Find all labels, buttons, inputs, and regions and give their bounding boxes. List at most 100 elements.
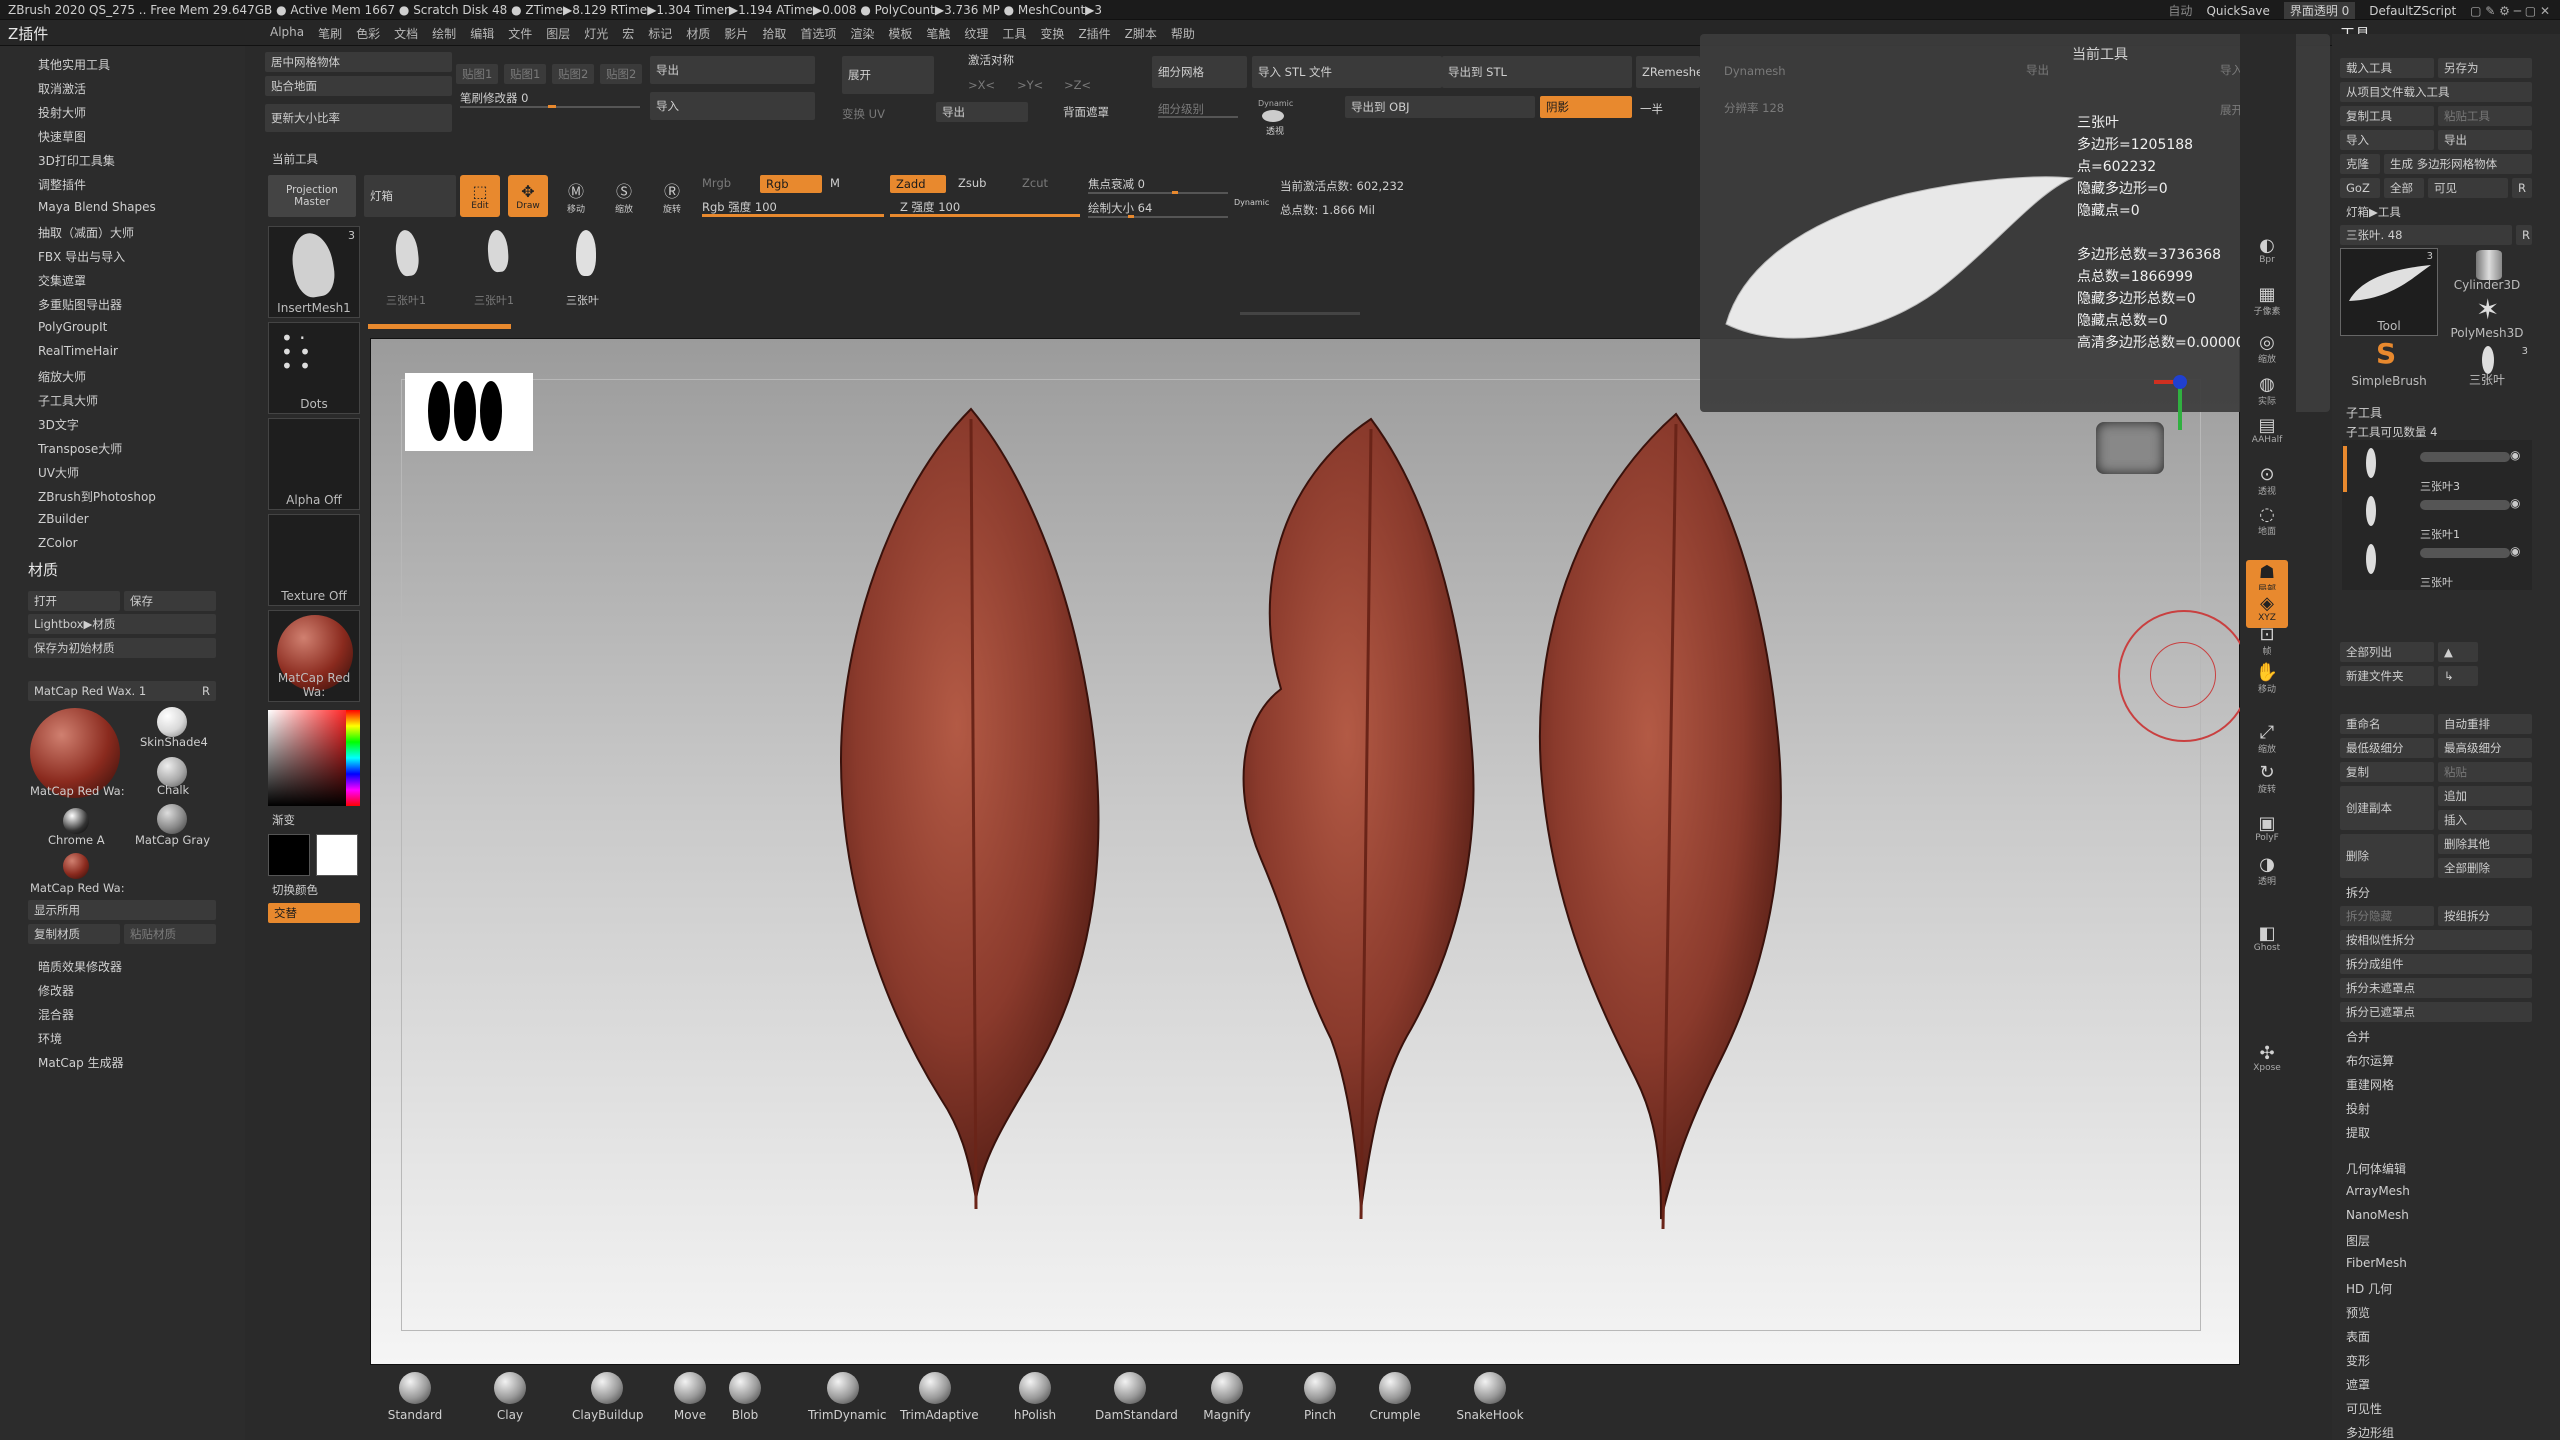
brush-item[interactable]: Crumple [1360, 1372, 1430, 1422]
menu-item[interactable]: 笔刷 [318, 25, 342, 42]
plugin-item[interactable]: RealTimeHair [38, 344, 118, 358]
import-tool-button[interactable]: 导入 [2340, 130, 2434, 150]
material-section-item[interactable]: 环境 [38, 1030, 62, 1047]
shelf-scroll[interactable] [1240, 312, 1360, 315]
half-button[interactable]: 一半 [1640, 101, 1663, 117]
subtool-controls[interactable] [2420, 452, 2510, 462]
menu-item[interactable]: 图层 [546, 25, 570, 42]
plugin-item[interactable]: Transpose大师 [38, 440, 122, 457]
append-button[interactable]: 追加 [2438, 786, 2532, 806]
stroke-dots-thumb[interactable]: • · • • • • Dots [268, 322, 360, 414]
focal-shift-track[interactable] [1088, 192, 1228, 194]
zcut-button[interactable]: Zcut [1022, 176, 1048, 190]
sym-y-button[interactable]: >Y< [1017, 78, 1043, 92]
view-tool-button[interactable]: ◑ 透明 [2246, 852, 2288, 890]
current-tool-slider[interactable]: 三张叶. 48 [2340, 225, 2512, 245]
view-tool-button[interactable]: ◎ 缩放 [2246, 330, 2288, 368]
eye-icon[interactable]: ◉ [2510, 496, 2520, 510]
tool-section-item[interactable]: 布尔运算 [2346, 1052, 2394, 1069]
quicksave-button[interactable]: QuickSave [2206, 4, 2269, 18]
secondary-color-swatch[interactable] [268, 834, 310, 876]
split-hidden-button[interactable]: 拆分隐藏 [2340, 906, 2434, 926]
leaf-model[interactable] [839, 407, 1100, 1210]
tool-section-item[interactable]: 表面 [2346, 1328, 2370, 1345]
paste-subtool-button[interactable]: 粘贴 [2438, 762, 2532, 782]
menu-item[interactable]: 灯光 [584, 25, 608, 42]
move-down-icon[interactable]: ↳ [2438, 666, 2478, 686]
snap-ground-button[interactable]: 贴合地面 [265, 76, 452, 96]
material-header[interactable]: 材质 [28, 559, 58, 580]
tool-thumb-current[interactable]: 3 Tool [2340, 248, 2438, 336]
subtool-header[interactable]: 子工具 [2346, 404, 2382, 421]
view-tool-button[interactable]: ◌ 地面 [2246, 502, 2288, 540]
menu-item[interactable]: 材质 [686, 25, 710, 42]
tool-section-item[interactable]: 几何体编辑 [2346, 1160, 2406, 1177]
plugin-item[interactable]: 快速草图 [38, 128, 86, 145]
material-swatch-redwax-small[interactable] [63, 853, 89, 879]
brush-item[interactable]: Magnify [1192, 1372, 1262, 1422]
material-swatch-skinshade[interactable] [157, 707, 187, 737]
leaf-models[interactable] [371, 339, 2241, 1366]
make-polymesh-button[interactable]: 生成 多边形网格物体 [2384, 154, 2532, 174]
brush-item[interactable]: ClayBuildup [572, 1372, 644, 1422]
brush-item[interactable]: TrimAdaptive [900, 1372, 979, 1422]
material-section-item[interactable]: MatCap 生成器 [38, 1054, 124, 1071]
tool-section-item[interactable]: 遮罩 [2346, 1376, 2370, 1393]
texture-thumb[interactable]: Texture Off [268, 514, 360, 606]
menu-item[interactable]: 宏 [622, 25, 634, 42]
leaf-model[interactable] [1242, 417, 1475, 1220]
m-button[interactable]: M [830, 176, 840, 190]
focal-shift-slider[interactable]: 焦点衰减 0 [1088, 176, 1145, 192]
export-button[interactable]: 导出 [650, 56, 815, 84]
duplicate-button[interactable]: 创建副本 [2340, 786, 2434, 830]
menu-item[interactable]: 标记 [648, 25, 672, 42]
copy-material-button[interactable]: 复制材质 [28, 924, 120, 944]
menu-item[interactable]: 变换 [1040, 25, 1064, 42]
zremesher-button[interactable]: ZRemesher [1636, 56, 1700, 88]
brush-item[interactable]: Clay [475, 1372, 545, 1422]
dynamesh-label[interactable]: Dynamesh [1724, 64, 1786, 78]
brush-item[interactable]: DamStandard [1095, 1372, 1178, 1422]
copy-subtool-button[interactable]: 复制 [2340, 762, 2434, 782]
import-stl-button[interactable]: 导入 STL 文件 [1252, 56, 1442, 88]
list-all-button[interactable]: 全部列出 [2340, 642, 2434, 662]
view-tool-button[interactable]: ✋ 移动 [2246, 660, 2288, 698]
menu-item[interactable]: 色彩 [356, 25, 380, 42]
groups-split-button[interactable]: 按组拆分 [2438, 906, 2532, 926]
plugin-item[interactable]: PolyGroupIt [38, 320, 107, 334]
dynamic-size-button[interactable]: Dynamic [1234, 198, 1269, 207]
menu-item[interactable]: 工具 [1002, 25, 1026, 42]
resolution-slider[interactable]: 分辨率 128 [1724, 100, 1784, 116]
subtool-name[interactable]: 三张叶3 [2420, 478, 2460, 494]
menu-item[interactable]: Z脚本 [1125, 25, 1157, 42]
eye-icon[interactable]: ◉ [2510, 544, 2520, 558]
move-mode-button[interactable]: Ⓜ 移动 [556, 175, 596, 217]
document-canvas[interactable] [370, 338, 2240, 1365]
edit-mode-button[interactable]: ⬚ Edit [460, 175, 500, 217]
activate-symmetry-button[interactable]: 激活对称 [968, 52, 1014, 68]
view-tool-button[interactable]: ▣ PolyF [2246, 810, 2288, 848]
division-level-track[interactable] [1158, 116, 1238, 118]
plugin-item[interactable]: 其他实用工具 [38, 56, 110, 73]
material-thumb[interactable]: MatCap Red Wa: [268, 610, 360, 702]
subtool-name[interactable]: 三张叶1 [2420, 526, 2460, 542]
paste-material-button[interactable]: 粘贴材质 [124, 924, 216, 944]
view-tool-button[interactable]: ◧ Ghost [2246, 920, 2288, 958]
tool-section-item[interactable]: 可见性 [2346, 1400, 2382, 1417]
menu-item[interactable]: 编辑 [470, 25, 494, 42]
persp-icon[interactable] [1262, 110, 1284, 122]
focal-shift-knob[interactable] [1172, 191, 1178, 194]
mrgb-button[interactable]: Mrgb [702, 176, 731, 190]
draw-size-track[interactable] [1088, 216, 1228, 218]
delete-other-button[interactable]: 删除其他 [2438, 834, 2532, 854]
sym-z-button[interactable]: >Z< [1064, 78, 1091, 92]
menu-item[interactable]: 笔触 [926, 25, 950, 42]
menu-item[interactable]: Alpha [270, 25, 304, 42]
tool-section-item[interactable]: 重建网格 [2346, 1076, 2394, 1093]
import-button[interactable]: 导入 [650, 92, 815, 120]
menu-item[interactable]: 纹理 [964, 25, 988, 42]
tool-section-item[interactable]: FiberMesh [2346, 1256, 2407, 1270]
brush-item[interactable]: Standard [380, 1372, 450, 1422]
view-tool-button[interactable]: ↻ 旋转 [2246, 760, 2288, 798]
move-up-icon[interactable]: ▲ [2438, 642, 2478, 662]
